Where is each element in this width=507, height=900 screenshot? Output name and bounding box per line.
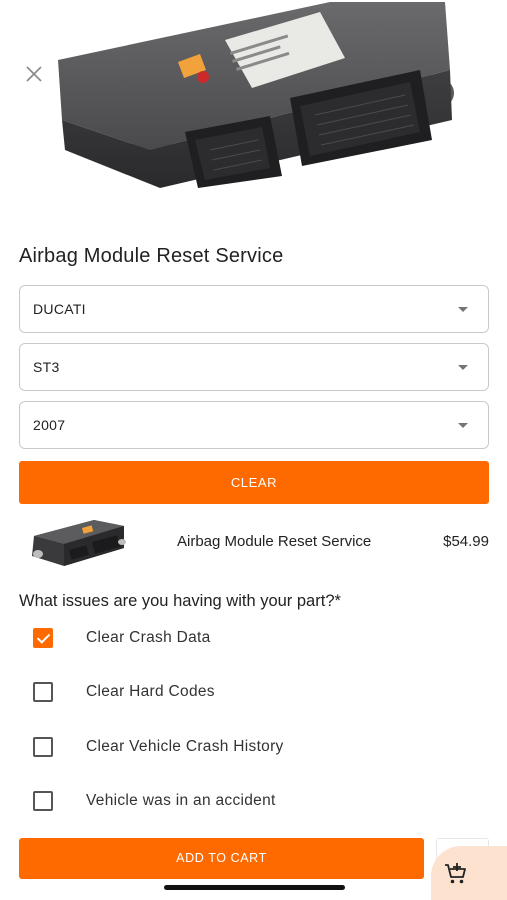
model-select-value: ST3 bbox=[33, 359, 60, 375]
product-hero-image bbox=[0, 0, 507, 215]
clear-button[interactable]: CLEAR bbox=[19, 461, 489, 504]
close-icon bbox=[26, 66, 42, 82]
chevron-down-icon bbox=[458, 365, 468, 370]
option-clear-vehicle-crash-history[interactable]: Clear Vehicle Crash History bbox=[33, 736, 453, 758]
option-label: Clear Hard Codes bbox=[86, 683, 215, 700]
product-price: $54.99 bbox=[443, 533, 489, 550]
option-clear-crash-data[interactable]: Clear Crash Data bbox=[33, 627, 453, 649]
product-name: Airbag Module Reset Service bbox=[177, 533, 372, 550]
close-button[interactable] bbox=[22, 62, 46, 86]
page-title: Airbag Module Reset Service bbox=[19, 245, 284, 267]
option-vehicle-was-in-accident[interactable]: Vehicle was in an accident bbox=[33, 790, 453, 812]
option-label: Clear Vehicle Crash History bbox=[86, 738, 284, 755]
add-to-cart-label: ADD TO CART bbox=[176, 851, 267, 865]
issues-question: What issues are you having with your par… bbox=[19, 592, 341, 610]
add-to-cart-button[interactable]: ADD TO CART bbox=[19, 838, 424, 879]
option-clear-hard-codes[interactable]: Clear Hard Codes bbox=[33, 681, 453, 703]
year-select-value: 2007 bbox=[33, 417, 66, 433]
airbag-module-illustration bbox=[58, 2, 454, 188]
cart-fab-button[interactable] bbox=[431, 846, 507, 900]
checkbox[interactable] bbox=[33, 791, 53, 811]
chevron-down-icon bbox=[458, 423, 468, 428]
make-select[interactable]: DUCATI bbox=[19, 285, 489, 333]
option-label: Clear Crash Data bbox=[86, 629, 211, 646]
home-indicator bbox=[164, 885, 345, 890]
cart-plus-icon bbox=[445, 863, 466, 884]
option-label: Vehicle was in an accident bbox=[86, 792, 276, 809]
year-select[interactable]: 2007 bbox=[19, 401, 489, 449]
checkbox[interactable] bbox=[33, 682, 53, 702]
checkbox-checked[interactable] bbox=[33, 628, 53, 648]
chevron-down-icon bbox=[458, 307, 468, 312]
airbag-module-thumbnail-image bbox=[32, 520, 126, 566]
make-select-value: DUCATI bbox=[33, 301, 86, 317]
model-select[interactable]: ST3 bbox=[19, 343, 489, 391]
checkbox[interactable] bbox=[33, 737, 53, 757]
clear-button-label: CLEAR bbox=[230, 475, 278, 490]
product-thumbnail bbox=[24, 514, 128, 572]
